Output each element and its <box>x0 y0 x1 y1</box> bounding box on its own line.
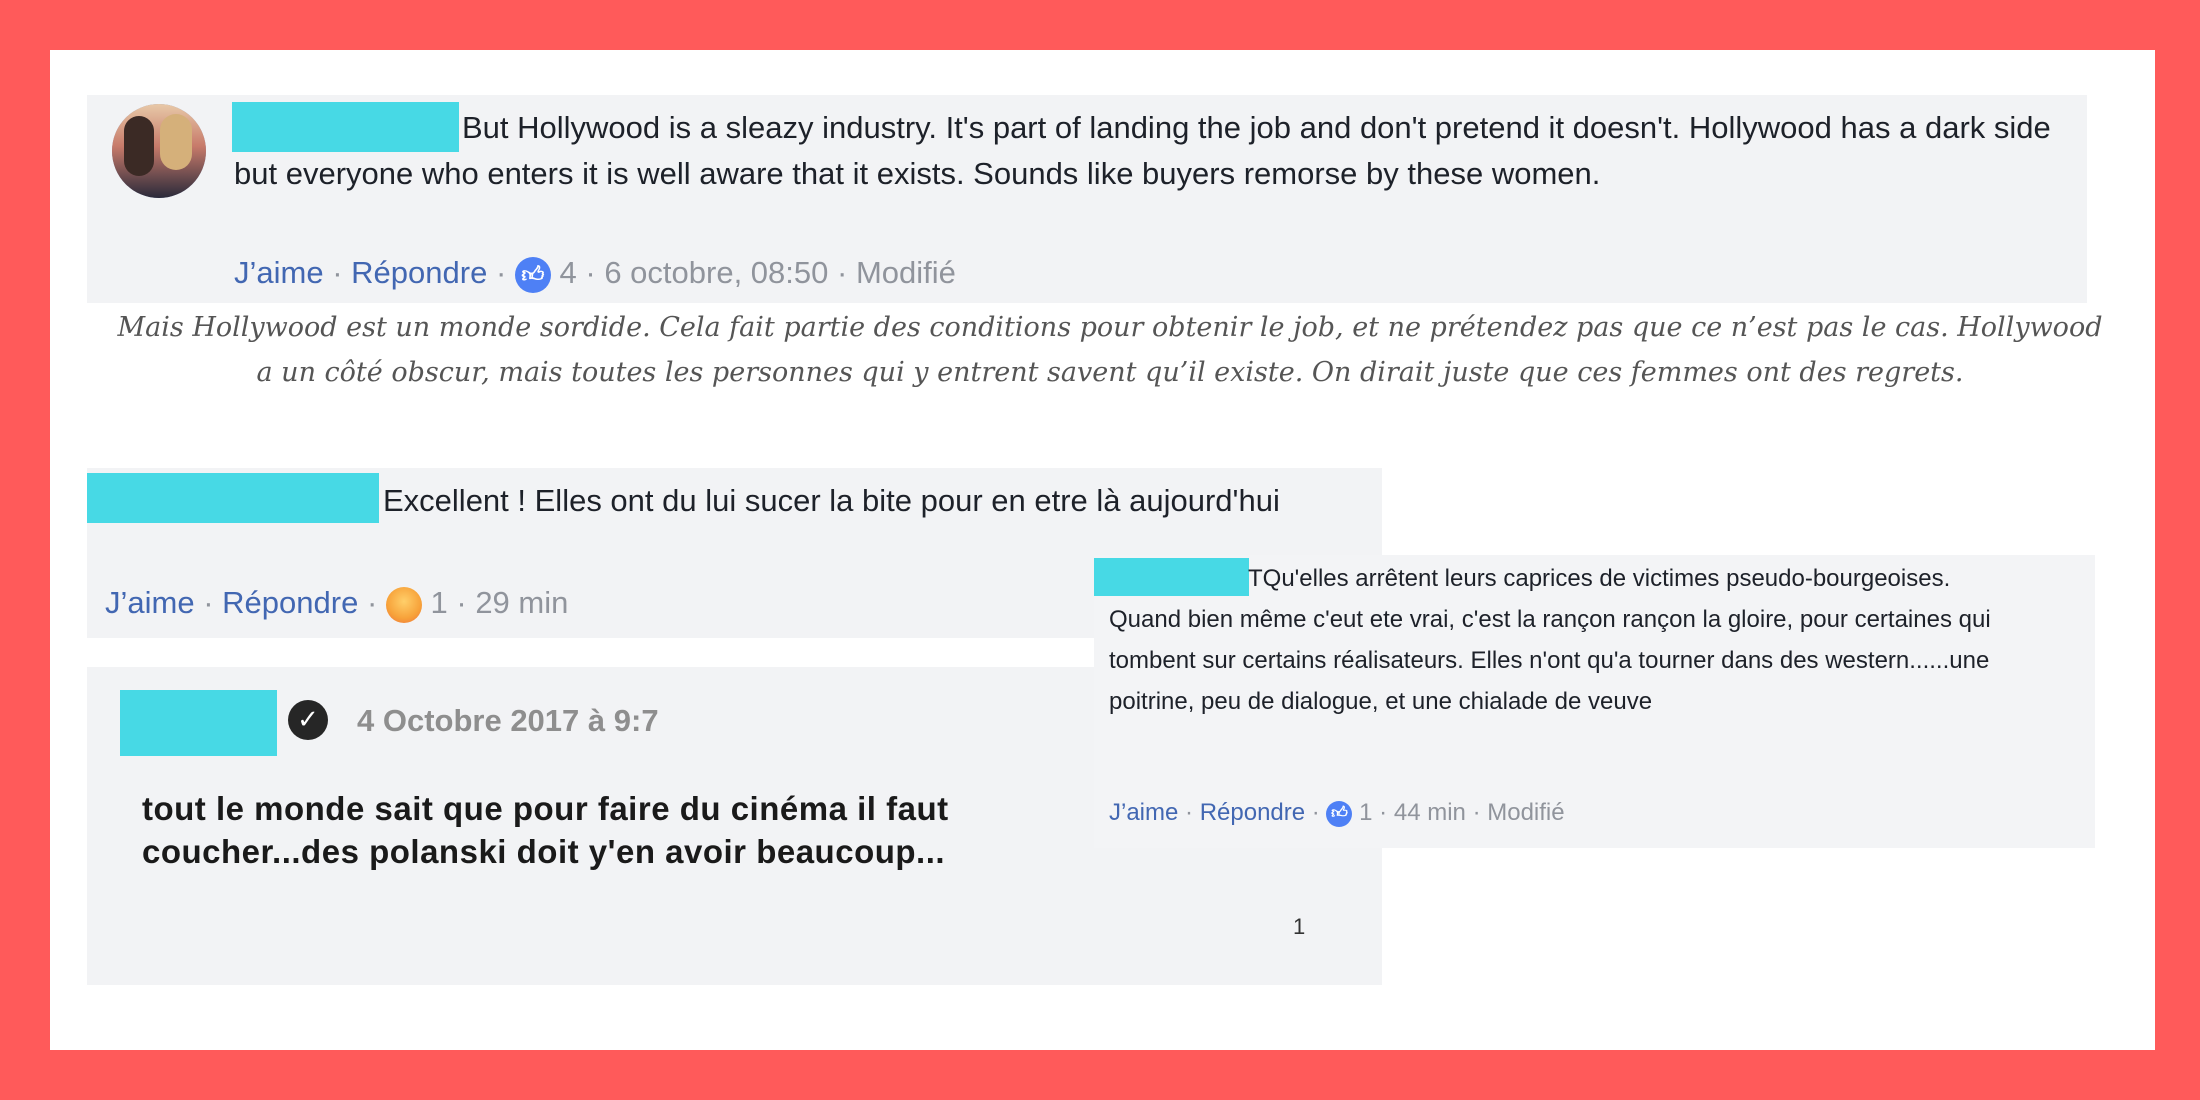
edited-label[interactable]: Modifié <box>856 255 956 290</box>
comment-actions: J’aime · Répondre · 👍︎ 4 · 6 octobre, 08… <box>234 250 956 296</box>
edited-label[interactable]: Modifié <box>1487 799 1564 826</box>
reaction-count[interactable]: 1 <box>431 585 448 620</box>
like-link[interactable]: J’aime <box>1109 799 1178 826</box>
timestamp[interactable]: 6 octobre, 08:50 <box>604 255 828 290</box>
like-reaction-icon[interactable]: 👍︎ <box>1326 800 1353 827</box>
reply-link[interactable]: Répondre <box>351 255 487 290</box>
comment-text: Excellent ! Elles ont du lui sucer la bi… <box>383 483 1280 518</box>
like-link[interactable]: J’aime <box>234 255 324 290</box>
redacted-username <box>120 690 277 756</box>
timestamp[interactable]: 44 min <box>1394 799 1466 826</box>
angry-reaction-icon[interactable] <box>385 586 422 623</box>
comment-text: TQu'elles arrêtent leurs caprices de vic… <box>1109 565 1991 715</box>
translation-caption: Mais Hollywood est un monde sordide. Cel… <box>117 312 2103 388</box>
reply-link[interactable]: Répondre <box>1200 799 1305 826</box>
like-link[interactable]: J’aime <box>105 585 195 620</box>
comment-actions: J’aime · Répondre · 👍︎ 1 · 44 min · Modi… <box>1109 799 1565 827</box>
content-frame: But Hollywood is a sleazy industry. It's… <box>50 50 2155 1050</box>
comment-card-1: But Hollywood is a sleazy industry. It's… <box>87 95 2087 303</box>
comment-text: tout le monde sait que pour faire du cin… <box>142 790 949 870</box>
comment-text: But Hollywood is a sleazy industry. It's… <box>234 110 2051 191</box>
comment-actions: J’aime · Répondre · 1 · 29 min <box>105 580 568 626</box>
timestamp[interactable]: 29 min <box>475 585 568 620</box>
like-reaction-icon[interactable]: 👍︎ <box>514 256 551 293</box>
reaction-count[interactable]: 4 <box>560 255 577 290</box>
reply-count: 1 <box>1293 914 1306 939</box>
post-date[interactable]: 4 Octobre 2017 à 9:7 <box>357 701 659 741</box>
comment-card-4: TQu'elles arrêtent leurs caprices de vic… <box>1094 555 2095 848</box>
reaction-count[interactable]: 1 <box>1359 799 1372 826</box>
reply-link[interactable]: Répondre <box>222 585 358 620</box>
avatar[interactable] <box>112 104 206 198</box>
verified-check-icon: ✓ <box>288 700 328 740</box>
